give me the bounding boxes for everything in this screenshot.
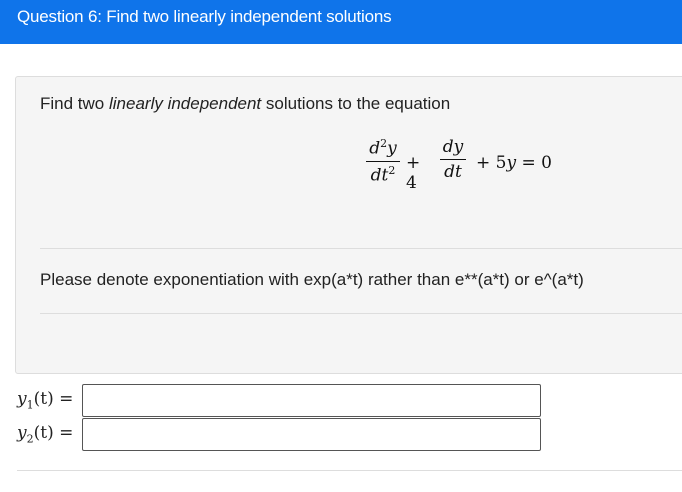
prompt-prefix: Find two [40, 94, 109, 113]
answer-input-y2[interactable] [82, 418, 541, 451]
divider [40, 313, 682, 314]
divider [40, 248, 682, 249]
answer-label-y1: y1(t) = [17, 389, 74, 412]
answer-label-y2: y2(t) = [17, 423, 74, 446]
first-derivative-fraction: dy dt [440, 137, 466, 182]
second-derivative-fraction: d2y dt2 [366, 137, 400, 185]
question-header: Question 6: Find two linearly independen… [0, 0, 682, 44]
plus-four: + 4 [406, 153, 421, 193]
exponent-note: Please denote exponentiation with exp(a*… [40, 270, 584, 289]
prompt-suffix: solutions to the equation [261, 94, 451, 113]
question-page: Question 6: Find two linearly independen… [0, 0, 682, 492]
prompt-emphasis: linearly independent [108, 94, 262, 113]
question-title: Question 6: Find two linearly independen… [17, 7, 392, 26]
plus-five-y: + 5y = 0 [476, 153, 552, 173]
answer-row-y2: y2(t) = [17, 418, 547, 452]
bottom-divider [17, 470, 682, 471]
answer-input-y1[interactable] [82, 384, 541, 417]
question-panel: Find two linearly independent solutions … [15, 76, 682, 374]
question-prompt: Find two linearly independent solutions … [40, 94, 450, 114]
answer-row-y1: y1(t) = [17, 384, 547, 418]
